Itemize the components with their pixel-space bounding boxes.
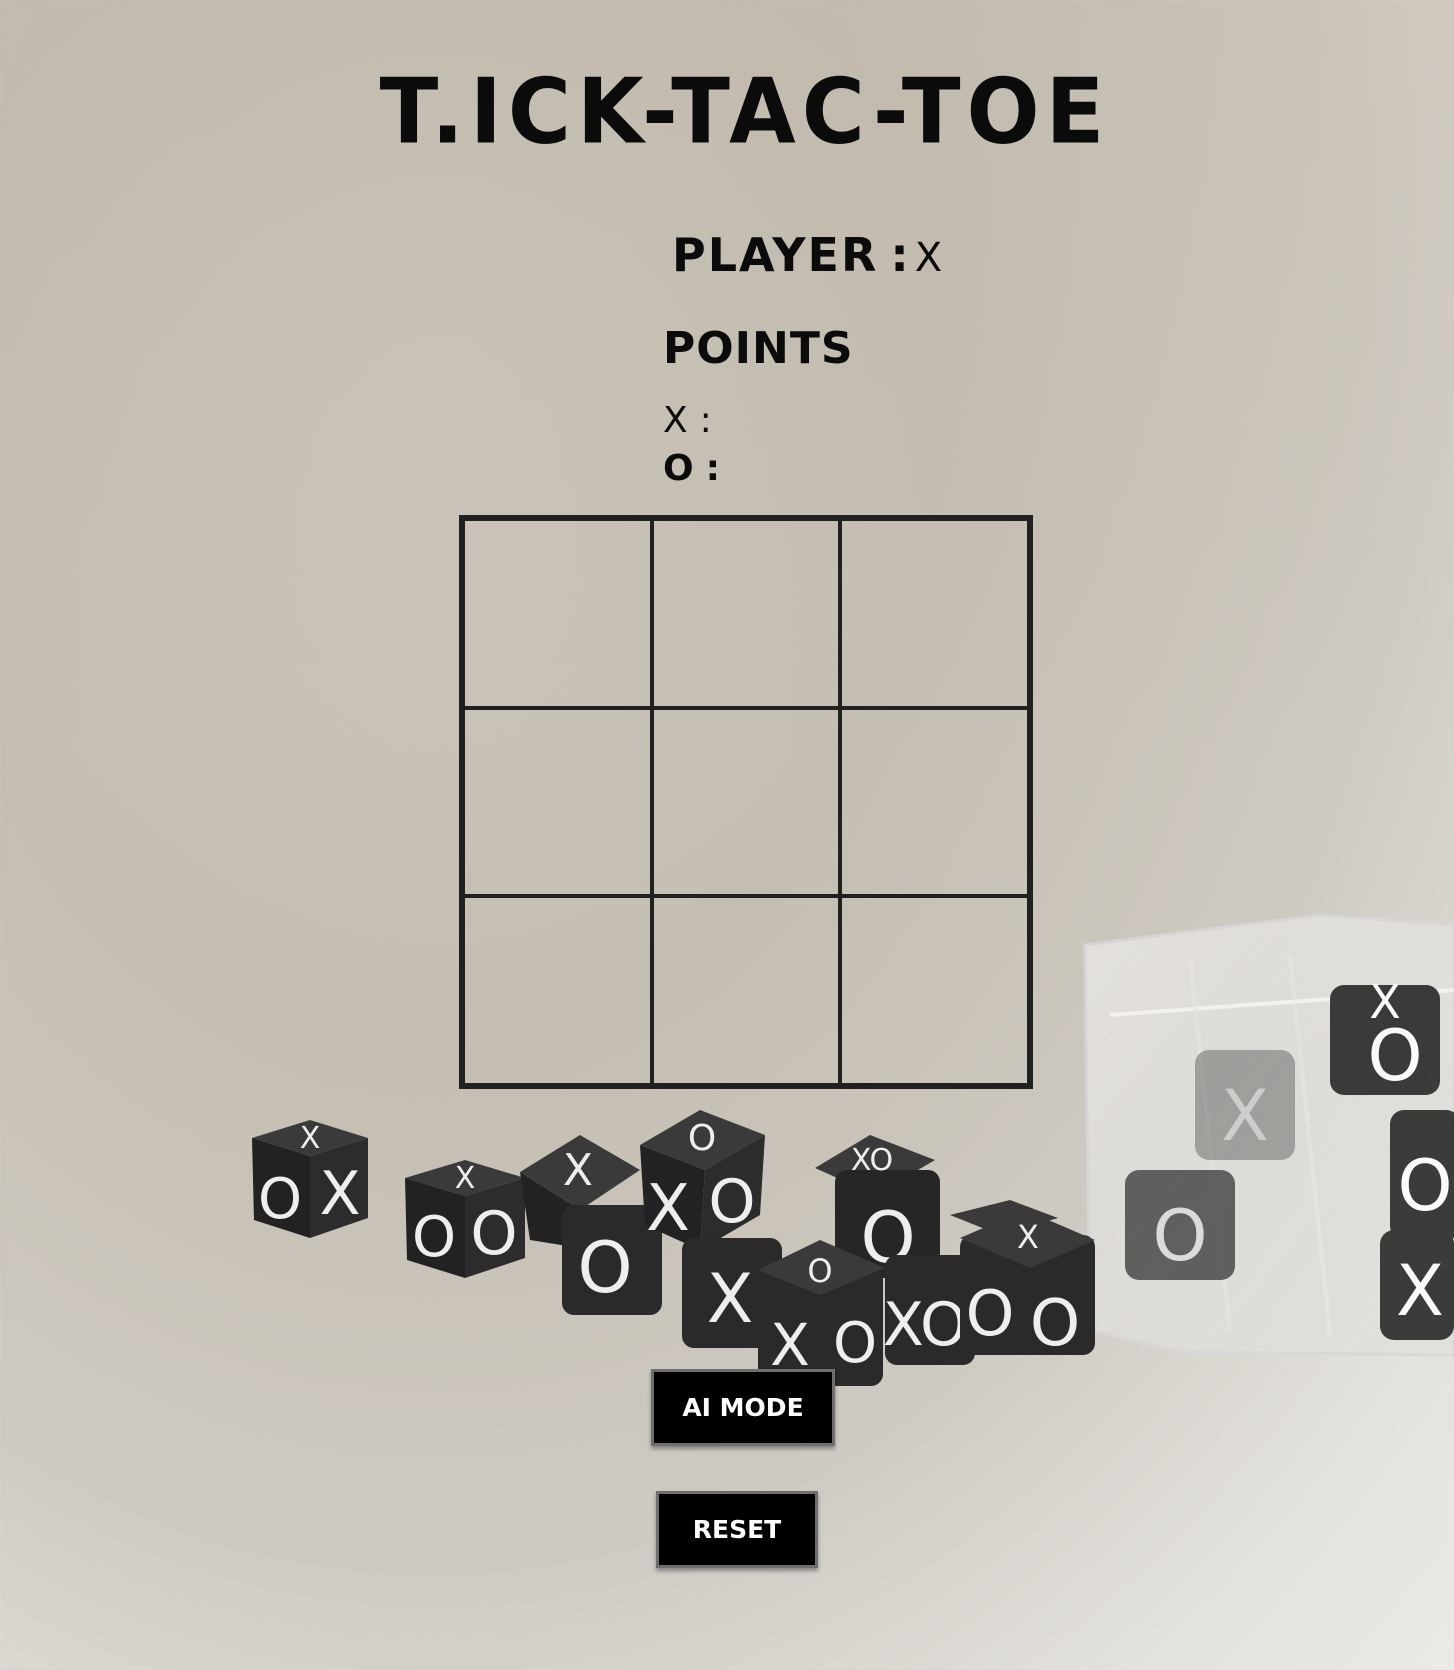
svg-text:O: O (1397, 1145, 1452, 1227)
board-cell-5[interactable] (651, 707, 841, 897)
board-cell-3[interactable] (840, 519, 1029, 708)
board-cell-8[interactable] (651, 896, 841, 1085)
svg-text:O: O (688, 1118, 716, 1159)
board-cell-4[interactable] (463, 707, 652, 897)
current-player-value: X (914, 235, 945, 281)
svg-text:X: X (646, 1172, 690, 1246)
board-cell-7[interactable] (463, 896, 652, 1085)
svg-text:O: O (470, 1199, 517, 1269)
svg-text:O: O (833, 1311, 877, 1376)
svg-text:O: O (708, 1167, 755, 1237)
svg-text:X: X (1221, 1075, 1269, 1157)
svg-text:XO: XO (851, 1143, 893, 1178)
svg-text:X: X (1017, 1218, 1039, 1256)
svg-text:O: O (966, 1277, 1015, 1350)
svg-text:O: O (577, 1227, 632, 1309)
svg-text:O: O (860, 1197, 915, 1279)
score-o-row: O: (663, 448, 720, 489)
svg-text:X: X (1369, 975, 1401, 1029)
score-x-row: X: (663, 400, 712, 441)
ai-mode-button[interactable]: AI MODE (651, 1369, 835, 1446)
dice-pile: X O X X O O X O O X O X XO O O X O XO X … (252, 1110, 1095, 1386)
board-cell-1[interactable] (463, 519, 652, 708)
clear-box: X O O X O X (1083, 913, 1454, 1357)
svg-text:X: X (1396, 1250, 1444, 1332)
score-o-label: O (663, 448, 694, 489)
player-label: PLAYER (672, 228, 879, 282)
player-separator: : (890, 228, 911, 282)
score-x-label: X (663, 400, 688, 441)
points-heading: POINTS (663, 323, 854, 374)
score-x-separator: : (699, 400, 712, 441)
svg-text:O: O (1152, 1195, 1207, 1277)
svg-text:O: O (807, 1252, 832, 1290)
svg-text:X: X (707, 1260, 754, 1339)
svg-text:X: X (455, 1161, 476, 1196)
reset-button[interactable]: RESET (656, 1491, 818, 1568)
svg-text:O: O (1030, 1287, 1080, 1361)
svg-text:O: O (1367, 1015, 1422, 1097)
score-o-separator: : (705, 448, 721, 489)
svg-text:X: X (319, 1159, 360, 1229)
svg-text:X: X (563, 1145, 593, 1196)
svg-text:XO: XO (883, 1290, 968, 1360)
board-cell-2[interactable] (651, 519, 841, 708)
board-cell-9[interactable] (840, 896, 1029, 1085)
svg-text:O: O (412, 1205, 456, 1270)
svg-text:O: O (258, 1167, 302, 1232)
svg-text:X: X (300, 1121, 321, 1156)
current-player-status: PLAYER: X (672, 228, 944, 282)
board-cell-6[interactable] (840, 707, 1029, 897)
game-board (459, 515, 1033, 1089)
game-title: T.ICK-TAC-TOE (379, 59, 1111, 165)
